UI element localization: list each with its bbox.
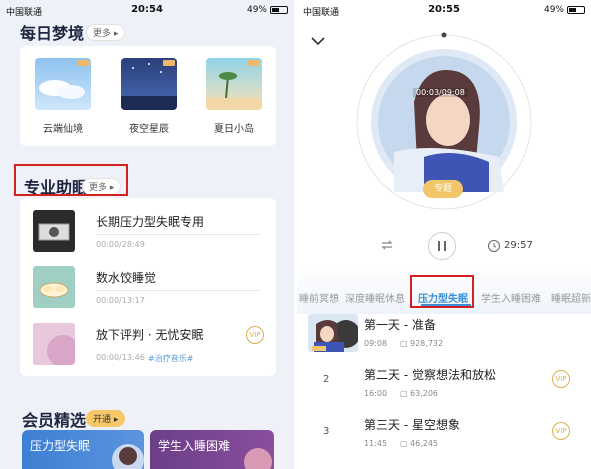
- highlight-box: [410, 275, 474, 308]
- track-progress: 00:00/28:49: [96, 240, 145, 249]
- track-progress-bar: [96, 290, 261, 291]
- battery-percent: 49%: [543, 5, 564, 15]
- dream-more-button[interactable]: 更多 ▸: [86, 24, 126, 41]
- night-sky-image[interactable]: [121, 58, 177, 110]
- episode-title[interactable]: 第三天 - 星空想象: [364, 416, 460, 433]
- track-title[interactable]: 长期压力型失眠专用: [96, 213, 204, 230]
- episode-duration: 09:08: [364, 339, 388, 348]
- timer-icon[interactable]: [487, 239, 501, 253]
- left-screen: 中国联通 20:54 49% 每日梦境 更多 ▸ 云端仙境 夜空星辰 夏日小岛 …: [0, 0, 294, 469]
- episode-duration: 16:00: [364, 389, 388, 398]
- vip-card-student[interactable]: 学生入睡困难: [150, 430, 274, 469]
- battery-indicator: 49%: [247, 5, 288, 15]
- track-hashtag[interactable]: #治疗音乐#: [148, 353, 193, 364]
- episode-thumbnail[interactable]: [308, 314, 358, 352]
- topic-badge[interactable]: 专题: [423, 180, 463, 198]
- episode-number: 3: [323, 426, 330, 437]
- track-progress: 00:00/13:46: [96, 353, 145, 362]
- tab-sleep-new[interactable]: 睡眠超新: [551, 290, 591, 305]
- vip-card-label: 压力型失眠: [30, 439, 91, 453]
- vip-card-stress[interactable]: 压力型失眠: [22, 430, 144, 469]
- dream-item-label: 夏日小岛: [214, 124, 254, 135]
- status-bar: 中国联通 20:55 49%: [297, 0, 591, 22]
- episode-title[interactable]: 第二天 - 觉察想法和放松: [364, 366, 496, 383]
- dream-item-label: 云端仙境: [43, 124, 83, 135]
- island-scene-image[interactable]: [206, 58, 262, 110]
- play-count-icon: ▢: [400, 339, 408, 348]
- dream-section-title: 每日梦境: [20, 24, 85, 43]
- play-count-icon: ▢: [400, 389, 408, 398]
- play-count-icon: ▢: [400, 439, 408, 448]
- highlight-box: [14, 164, 128, 196]
- vip-section-title: 会员精选: [22, 411, 87, 430]
- episode-plays: 928,732: [410, 339, 444, 348]
- tab-student[interactable]: 学生入睡困难: [481, 290, 541, 305]
- episode-plays: 46,245: [410, 439, 438, 448]
- track-progress-bar: [96, 234, 261, 235]
- status-bar: 中国联通 20:54 49%: [0, 0, 294, 22]
- pause-icon: [438, 241, 446, 251]
- pause-button[interactable]: [428, 232, 456, 260]
- battery-icon: [270, 6, 288, 14]
- battery-percent: 49%: [246, 5, 267, 15]
- sleep-track-list: 长期压力型失眠专用 00:00/28:49 数水饺睡觉 00:00/13:17 …: [20, 198, 276, 376]
- episode-title[interactable]: 第一天 - 准备: [364, 316, 436, 333]
- track-thumbnail[interactable]: [33, 210, 75, 252]
- dream-card: 云端仙境 夜空星辰 夏日小岛: [20, 46, 276, 146]
- episode-number: 2: [323, 374, 330, 385]
- vip-card-label: 学生入睡困难: [158, 439, 231, 453]
- vip-icon: VIP: [246, 326, 264, 344]
- dream-item-label: 夜空星辰: [129, 124, 169, 135]
- track-title[interactable]: 数水饺睡觉: [96, 269, 156, 286]
- battery-indicator: 49%: [544, 5, 585, 15]
- collapse-chevron-icon[interactable]: [311, 36, 325, 46]
- episode-plays: 63,206: [410, 389, 438, 398]
- timer-value: 29:57: [504, 240, 533, 251]
- track-thumbnail[interactable]: [33, 266, 75, 308]
- repeat-icon[interactable]: [379, 238, 395, 252]
- tab-meditation[interactable]: 睡前冥想: [299, 290, 339, 305]
- vip-open-button[interactable]: 开通 ▸: [86, 410, 126, 427]
- right-screen: 中国联通 20:55 49% 00:03/09:08 专题 29:57 睡前冥想…: [297, 0, 591, 469]
- episode-duration: 11:45: [364, 439, 388, 448]
- tab-deep-sleep[interactable]: 深度睡眠休息: [345, 290, 405, 305]
- vip-icon: VIP: [552, 370, 570, 388]
- cloud-scene-image[interactable]: [35, 58, 91, 110]
- vip-icon: VIP: [552, 422, 570, 440]
- track-progress: 00:00/13:17: [96, 296, 145, 305]
- playback-progress: 00:03/09:08: [413, 88, 468, 97]
- battery-icon: [567, 6, 585, 14]
- track-thumbnail[interactable]: [33, 323, 75, 365]
- track-title[interactable]: 放下评判 · 无忧安眠: [96, 326, 203, 343]
